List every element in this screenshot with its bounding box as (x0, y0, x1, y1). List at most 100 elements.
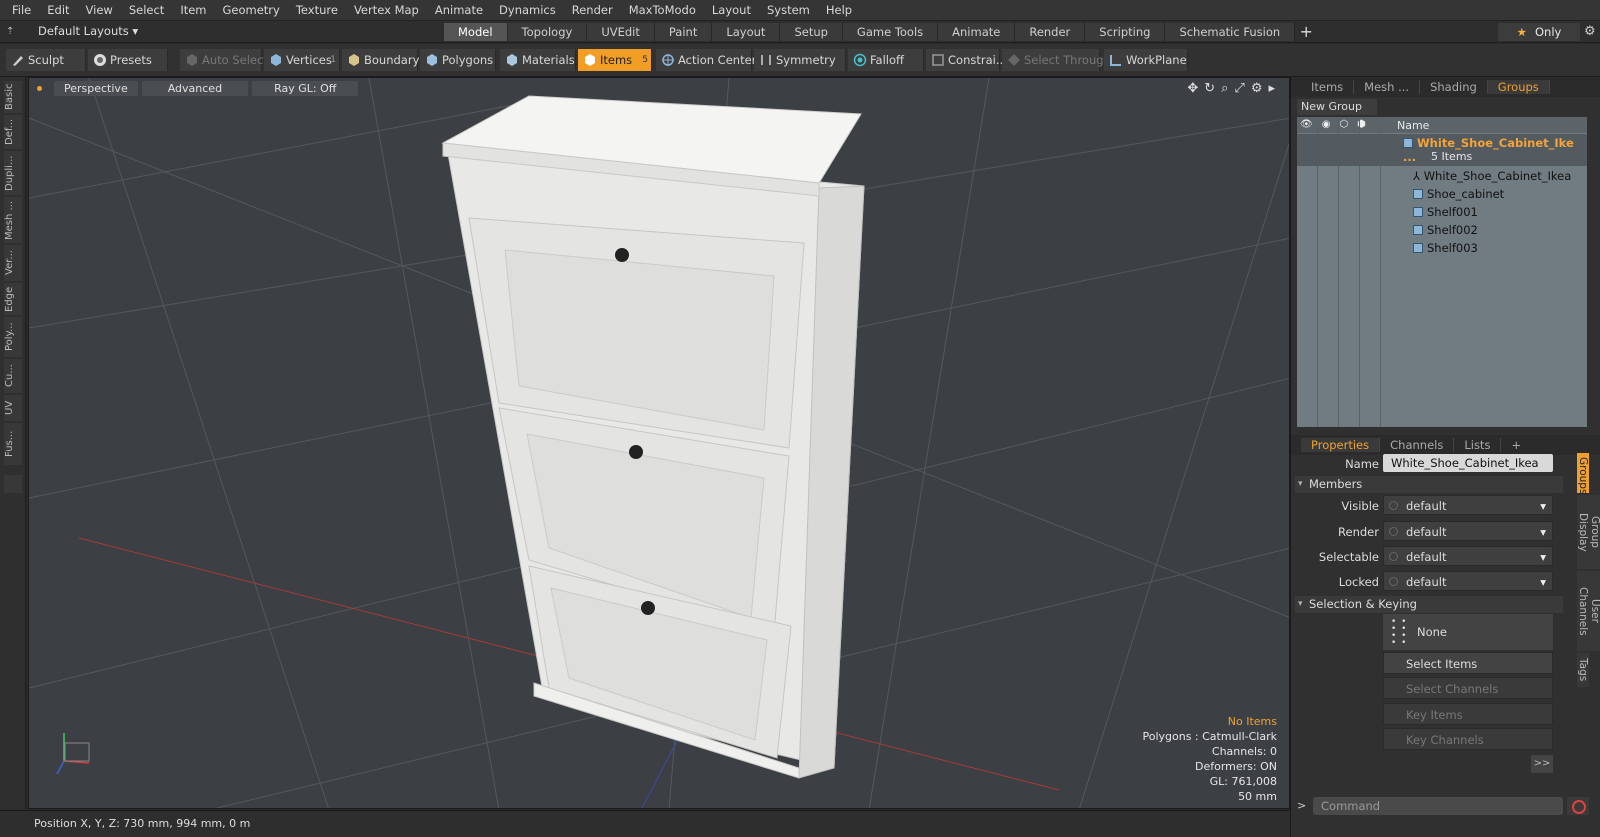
pan-icon[interactable]: ✥ (1187, 81, 1198, 96)
viewport-menu-dot-icon[interactable] (37, 86, 42, 91)
tab-render[interactable]: Render (1015, 23, 1086, 41)
selection-keying-section[interactable]: Selection & Keying (1295, 596, 1563, 613)
render-dropdown[interactable]: default (1383, 521, 1553, 542)
add-properties-tab-icon[interactable]: + (1501, 438, 1531, 452)
list-item[interactable]: Shelf001 (1297, 203, 1587, 220)
polygons-button[interactable]: Polygons (420, 49, 496, 71)
gear-icon[interactable]: ⚙ (1584, 24, 1596, 39)
vtab-edge[interactable]: Edge (4, 283, 22, 315)
select-through-button[interactable]: Select Through (1002, 49, 1111, 71)
lock-icon[interactable]: ⬡ (1339, 119, 1348, 130)
side-tab-group-display[interactable]: Group Display (1577, 495, 1600, 569)
vtab-deform[interactable]: Def... (4, 115, 22, 149)
vtab-duplicate[interactable]: Dupli... (4, 151, 22, 195)
menu-geometry[interactable]: Geometry (215, 3, 288, 17)
auto-select-button[interactable]: Auto Select (180, 49, 268, 71)
tab-properties[interactable]: Properties (1301, 438, 1381, 452)
strip-toggle-button[interactable] (4, 475, 22, 493)
falloff-button[interactable]: Falloff (848, 49, 924, 71)
tab-lists[interactable]: Lists (1454, 438, 1502, 452)
symmetry-button[interactable]: Symmetry (754, 49, 846, 71)
key-items-button[interactable]: Key Items (1383, 703, 1553, 725)
list-item[interactable]: Shelf002 (1297, 221, 1587, 238)
tab-items[interactable]: Items (1301, 80, 1355, 94)
tab-scripting[interactable]: Scripting (1085, 23, 1166, 41)
raygl-toggle[interactable]: Ray GL: Off (252, 81, 359, 96)
menu-animate[interactable]: Animate (427, 3, 491, 17)
viewport-expand-icon[interactable]: ▸ (1268, 81, 1275, 96)
render-icon[interactable]: ◉ (1322, 119, 1331, 130)
tab-schematic-fusion[interactable]: Schematic Fusion (1165, 23, 1296, 41)
menu-vertex-map[interactable]: Vertex Map (346, 3, 427, 17)
vtab-mesh[interactable]: Mesh ... (4, 197, 22, 243)
vtab-basic[interactable]: Basic (4, 81, 22, 113)
constraints-button[interactable]: Constrai... (926, 49, 1007, 71)
side-tab-tags[interactable]: Tags (1577, 653, 1589, 687)
vtab-polygon[interactable]: Poly... (4, 317, 22, 357)
tab-animate[interactable]: Animate (938, 23, 1016, 41)
materials-button[interactable]: Materials (500, 49, 576, 71)
visible-dropdown[interactable]: default (1383, 495, 1553, 516)
menu-system[interactable]: System (759, 3, 818, 17)
fit-icon[interactable]: ⤢ (1234, 81, 1244, 96)
rotate-icon[interactable]: ↻ (1204, 81, 1215, 96)
side-tab-user-channels[interactable]: User Channels (1577, 571, 1600, 651)
key-channels-button[interactable]: Key Channels (1383, 728, 1553, 750)
tab-uvedit[interactable]: UVEdit (587, 23, 655, 41)
group-row-selected[interactable]: White_Shoe_Cabinet_Ike ... 5 Items (1297, 134, 1587, 166)
tab-channels[interactable]: Channels (1380, 438, 1455, 452)
boundary-button[interactable]: Boundary (342, 49, 419, 71)
tab-groups[interactable]: Groups (1487, 80, 1550, 94)
menu-edit[interactable]: Edit (39, 3, 77, 17)
action-center-button[interactable]: Action Center (656, 49, 756, 71)
menu-select[interactable]: Select (121, 3, 172, 17)
menu-texture[interactable]: Texture (288, 3, 346, 17)
none-button[interactable]: • • • • • • • • None (1383, 614, 1553, 650)
menu-dynamics[interactable]: Dynamics (491, 3, 564, 17)
layout-selector[interactable]: Default Layouts ▾ (38, 24, 138, 38)
selectable-dropdown[interactable]: default (1383, 546, 1553, 567)
visibility-eye-icon[interactable]: 👁 (1300, 119, 1313, 130)
add-tab-icon[interactable]: + (1295, 23, 1317, 41)
side-tab-groups[interactable]: Groups (1577, 453, 1589, 494)
collapse-arrow-icon[interactable]: ⇡ (6, 26, 22, 37)
group-name-field[interactable]: White_Shoe_Cabinet_Ikea (2) (1383, 454, 1553, 488)
vertices-button[interactable]: Vertices 1 (264, 49, 340, 71)
more-button[interactable]: >> (1531, 755, 1553, 773)
name-column-header[interactable]: Name (1397, 119, 1429, 132)
sculpt-button[interactable]: Sculpt (6, 49, 86, 71)
zoom-icon[interactable]: ⌕ (1221, 81, 1228, 96)
menu-maxtomodo[interactable]: MaxToModo (621, 3, 704, 17)
tab-mesh[interactable]: Mesh ... (1354, 80, 1421, 94)
menu-render[interactable]: Render (564, 3, 621, 17)
tab-topology[interactable]: Topology (507, 23, 588, 41)
new-group-button[interactable]: New Group (1297, 99, 1377, 115)
menu-layout[interactable]: Layout (704, 3, 759, 17)
members-section[interactable]: Members (1295, 476, 1563, 493)
vtab-curve[interactable]: Cu... (4, 359, 22, 393)
list-item[interactable]: Shelf003 (1297, 239, 1587, 256)
tab-layout[interactable]: Layout (712, 23, 781, 41)
tab-shading[interactable]: Shading (1420, 80, 1488, 94)
menu-help[interactable]: Help (818, 3, 860, 17)
vtab-vertex[interactable]: Ver... (4, 245, 22, 281)
list-item[interactable]: ⅄ White_Shoe_Cabinet_Ikea (1297, 167, 1587, 184)
perspective-dropdown[interactable]: Perspective (54, 81, 138, 96)
vtab-uv[interactable]: UV (4, 395, 22, 421)
select-items-button[interactable]: Select Items (1383, 652, 1553, 674)
menu-view[interactable]: View (78, 3, 121, 17)
list-item[interactable]: Shoe_cabinet (1297, 185, 1587, 202)
command-input[interactable]: Command (1313, 797, 1563, 815)
viewport-gear-icon[interactable]: ⚙ (1251, 81, 1263, 96)
menu-item[interactable]: Item (172, 3, 214, 17)
locked-dropdown[interactable]: default (1383, 571, 1553, 592)
3d-viewport[interactable]: Perspective Advanced Ray GL: Off ✥ ↻ ⌕ ⤢… (28, 77, 1290, 809)
tab-game-tools[interactable]: Game Tools (842, 23, 939, 41)
presets-button[interactable]: Presets (88, 49, 168, 71)
record-icon[interactable] (1567, 797, 1589, 815)
items-button[interactable]: Items 5 (578, 49, 652, 71)
select-channels-button[interactable]: Select Channels (1383, 677, 1553, 699)
menu-file[interactable]: File (4, 3, 39, 17)
only-button[interactable]: ★ Only (1498, 23, 1580, 41)
tab-paint[interactable]: Paint (654, 23, 713, 41)
